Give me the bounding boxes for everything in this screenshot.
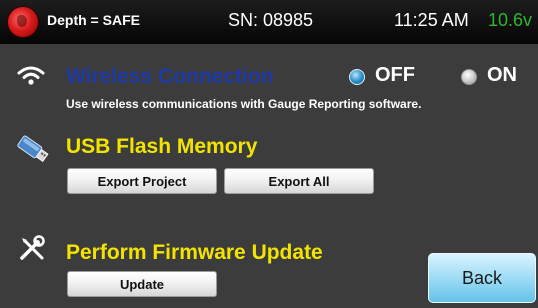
export-project-button[interactable]: Export Project: [67, 168, 217, 194]
usb-drive-icon: [17, 135, 49, 163]
wireless-on-radio[interactable]: [461, 69, 477, 85]
usb-title: USB Flash Memory: [66, 135, 258, 158]
battery-voltage: 10.6v: [488, 10, 533, 30]
serial-number: SN: 08985: [228, 10, 314, 30]
wireless-title: Wireless Connection: [66, 65, 274, 88]
logo-icon: [8, 7, 38, 37]
status-bar: Depth = SAFE SN: 08985 11:25 AM 10.6v: [0, 0, 538, 44]
wireless-on-label[interactable]: ON: [487, 64, 517, 87]
wireless-off-radio[interactable]: [349, 69, 365, 85]
wireless-description: Use wireless communications with Gauge R…: [66, 97, 422, 111]
firmware-title: Perform Firmware Update: [66, 241, 323, 264]
tools-icon: [20, 235, 45, 260]
wireless-off-label[interactable]: OFF: [375, 64, 415, 87]
depth-status: Depth = SAFE: [47, 12, 140, 28]
wifi-icon: [17, 66, 45, 85]
export-all-button[interactable]: Export All: [224, 168, 374, 194]
back-button[interactable]: Back: [428, 253, 536, 303]
clock: 11:25 AM: [394, 10, 469, 30]
update-button[interactable]: Update: [67, 271, 217, 297]
